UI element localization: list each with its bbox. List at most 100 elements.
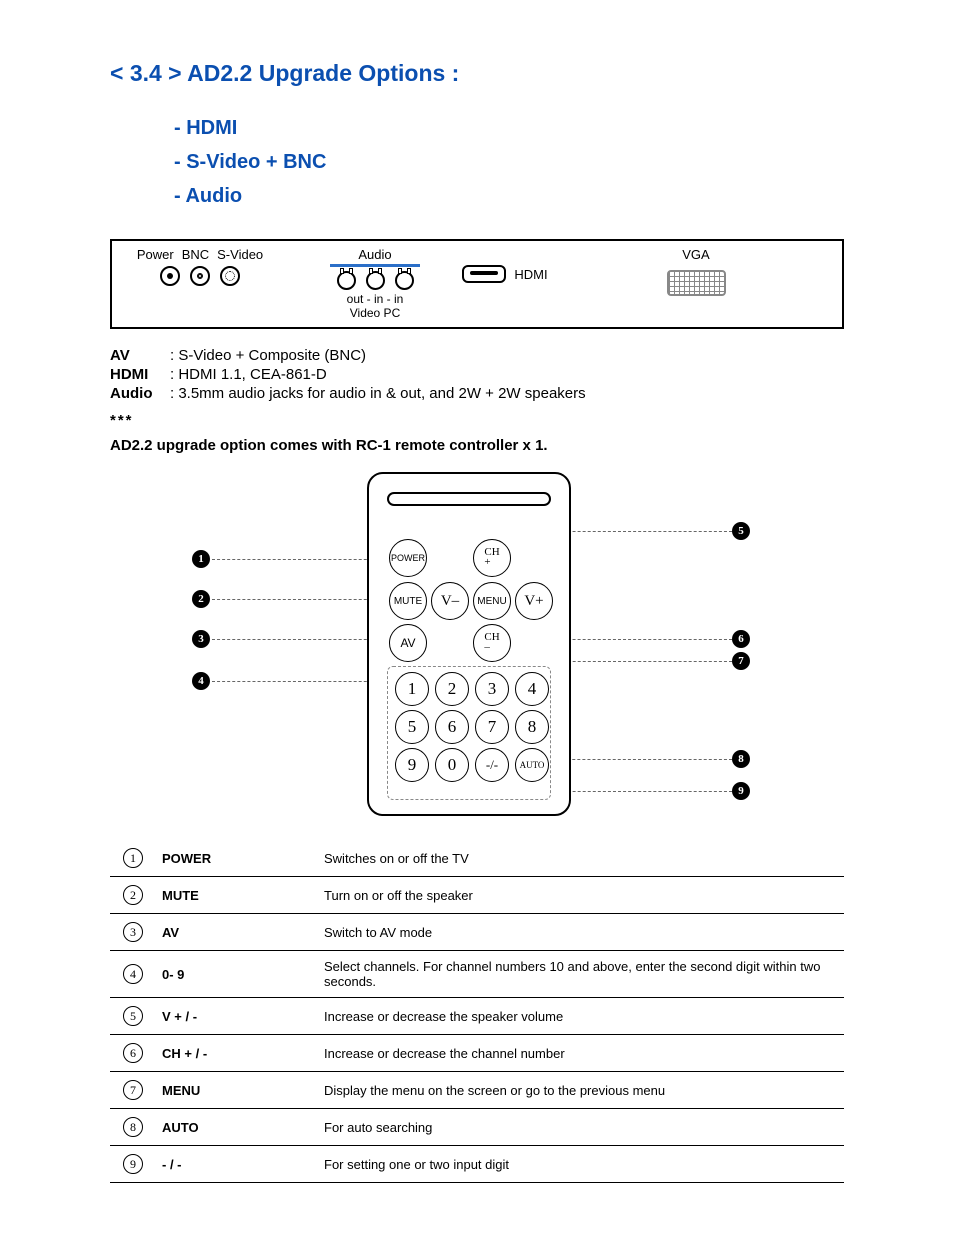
fn-desc: Switches on or off the TV — [318, 840, 844, 877]
label-bnc: BNC — [182, 247, 209, 262]
function-table: 1 POWER Switches on or off the TV 2 MUTE… — [110, 840, 844, 1183]
spec-hdmi-key: HDMI — [110, 366, 170, 383]
fn-num: 8 — [123, 1117, 143, 1137]
fn-desc: For auto searching — [318, 1109, 844, 1146]
option-list: - HDMI - S-Video + BNC - Audio — [174, 111, 844, 213]
fn-num: 1 — [123, 848, 143, 868]
audio-sub-labels: out - in - in — [300, 292, 450, 306]
option-svbnc: - S-Video + BNC — [174, 145, 844, 179]
table-row: 4 0- 9 Select channels. For channel numb… — [110, 951, 844, 998]
table-row: 6 CH + / - Increase or decrease the chan… — [110, 1035, 844, 1072]
btn-digit-1[interactable]: 1 — [395, 672, 429, 706]
fn-num: 6 — [123, 1043, 143, 1063]
callout-2: 2 — [192, 590, 210, 608]
btn-digit-0[interactable]: 0 — [435, 748, 469, 782]
vga-port-icon — [667, 270, 726, 296]
fn-desc: Turn on or off the speaker — [318, 877, 844, 914]
table-row: 2 MUTE Turn on or off the speaker — [110, 877, 844, 914]
btn-vol-up[interactable]: V+ — [515, 582, 553, 620]
callout-5: 5 — [732, 522, 750, 540]
btn-mute[interactable]: MUTE — [389, 582, 427, 620]
option-hdmi: - HDMI — [174, 111, 844, 145]
fn-key: POWER — [156, 840, 318, 877]
fn-key: V + / - — [156, 998, 318, 1035]
audio-pc-in-jack-icon — [395, 271, 414, 290]
fn-key: CH + / - — [156, 1035, 318, 1072]
btn-dash[interactable]: -/- — [475, 748, 509, 782]
separator-stars: *** — [110, 412, 844, 429]
callout-7: 7 — [732, 652, 750, 670]
table-row: 1 POWER Switches on or off the TV — [110, 840, 844, 877]
section-heading: < 3.4 > AD2.2 Upgrade Options : — [110, 60, 844, 87]
btn-digit-3[interactable]: 3 — [475, 672, 509, 706]
btn-digit-5[interactable]: 5 — [395, 710, 429, 744]
spec-av-key: AV — [110, 347, 170, 364]
table-row: 8 AUTO For auto searching — [110, 1109, 844, 1146]
callout-9: 9 — [732, 782, 750, 800]
fn-num: 4 — [123, 964, 143, 984]
audio-video-in-jack-icon — [366, 271, 385, 290]
remote-body: POWER CH + MUTE V– MENU V+ AV CH – 1 2 3… — [367, 472, 571, 816]
table-row: 3 AV Switch to AV mode — [110, 914, 844, 951]
callout-4: 4 — [192, 672, 210, 690]
fn-num: 9 — [123, 1154, 143, 1174]
fn-num: 7 — [123, 1080, 143, 1100]
remote-ir-window — [387, 492, 551, 506]
option-audio: - Audio — [174, 179, 844, 213]
spec-av-value: : S-Video + Composite (BNC) — [170, 347, 366, 364]
fn-key: MENU — [156, 1072, 318, 1109]
svideo-port-icon — [220, 266, 240, 286]
btn-digit-4[interactable]: 4 — [515, 672, 549, 706]
fn-desc: Display the menu on the screen or go to … — [318, 1072, 844, 1109]
fn-key: 0- 9 — [156, 951, 318, 998]
label-vga: VGA — [560, 247, 832, 262]
bnc-port-icon — [190, 266, 210, 286]
spec-hdmi-value: : HDMI 1.1, CEA-861-D — [170, 366, 327, 383]
fn-key: - / - — [156, 1146, 318, 1183]
callout-1: 1 — [192, 550, 210, 568]
fn-num: 2 — [123, 885, 143, 905]
fn-key: AUTO — [156, 1109, 318, 1146]
connector-panel: Power BNC S-Video Audio out - in - in Vi… — [110, 239, 844, 329]
btn-auto[interactable]: AUTO — [515, 748, 549, 782]
callout-3: 3 — [192, 630, 210, 648]
fn-num: 5 — [123, 1006, 143, 1026]
btn-menu[interactable]: MENU — [473, 582, 511, 620]
remote-figure: 1 2 3 4 5 6 7 8 9 POWER CH + MUTE V– M — [192, 472, 762, 822]
btn-power[interactable]: POWER — [389, 539, 427, 577]
fn-desc: For setting one or two input digit — [318, 1146, 844, 1183]
btn-vol-down[interactable]: V– — [431, 582, 469, 620]
btn-digit-9[interactable]: 9 — [395, 748, 429, 782]
table-row: 5 V + / - Increase or decrease the speak… — [110, 998, 844, 1035]
callout-6: 6 — [732, 630, 750, 648]
audio-group-bar — [330, 264, 420, 267]
spec-list: AV : S-Video + Composite (BNC) HDMI : HD… — [110, 347, 844, 402]
fn-desc: Increase or decrease the speaker volume — [318, 998, 844, 1035]
label-power: Power — [137, 247, 174, 262]
callout-8: 8 — [732, 750, 750, 768]
btn-ch-down[interactable]: CH – — [473, 624, 511, 662]
label-audio: Audio — [300, 247, 450, 262]
btn-digit-7[interactable]: 7 — [475, 710, 509, 744]
label-svideo: S-Video — [217, 247, 263, 262]
fn-key: AV — [156, 914, 318, 951]
fn-key: MUTE — [156, 877, 318, 914]
btn-digit-6[interactable]: 6 — [435, 710, 469, 744]
btn-digit-8[interactable]: 8 — [515, 710, 549, 744]
table-row: 9 - / - For setting one or two input dig… — [110, 1146, 844, 1183]
fn-desc: Increase or decrease the channel number — [318, 1035, 844, 1072]
audio-out-jack-icon — [337, 271, 356, 290]
hdmi-port-icon — [462, 265, 506, 283]
btn-digit-2[interactable]: 2 — [435, 672, 469, 706]
fn-desc: Switch to AV mode — [318, 914, 844, 951]
label-hdmi: HDMI — [514, 267, 547, 282]
fn-desc: Select channels. For channel numbers 10 … — [318, 951, 844, 998]
spec-audio-value: : 3.5mm audio jacks for audio in & out, … — [170, 385, 586, 402]
spec-audio-key: Audio — [110, 385, 170, 402]
power-port-icon — [160, 266, 180, 286]
table-row: 7 MENU Display the menu on the screen or… — [110, 1072, 844, 1109]
btn-ch-up[interactable]: CH + — [473, 539, 511, 577]
btn-av[interactable]: AV — [389, 624, 427, 662]
fn-num: 3 — [123, 922, 143, 942]
audio-sub-labels2: Video PC — [300, 306, 450, 320]
